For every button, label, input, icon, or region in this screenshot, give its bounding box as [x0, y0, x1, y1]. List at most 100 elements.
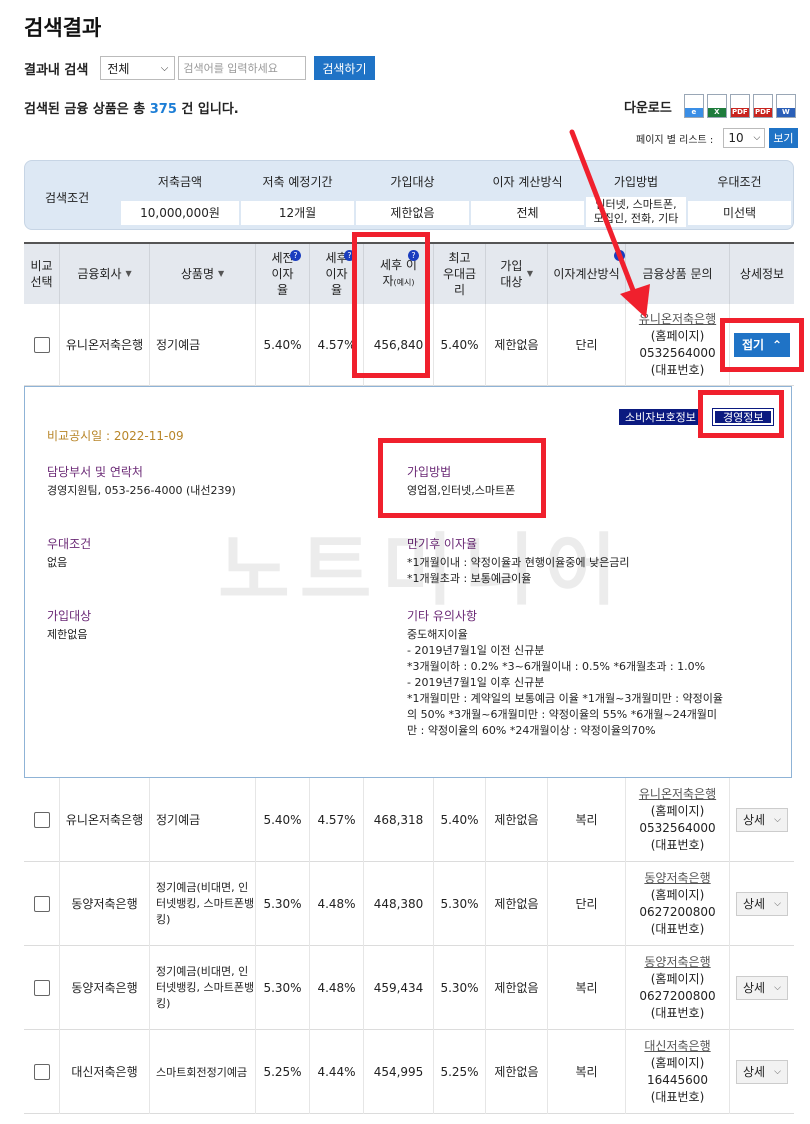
- page-title: 검색결과: [24, 16, 102, 40]
- th-calc[interactable]: 이자계산방식?: [548, 244, 626, 304]
- highlight-post-interest: [352, 232, 430, 378]
- detail-button[interactable]: 상세 ⌵: [736, 808, 788, 832]
- cell-target: 제한없음: [486, 862, 548, 946]
- cell-max-rate: 5.40%: [434, 778, 486, 862]
- cell-pre-rate: 5.25%: [256, 1030, 310, 1114]
- cell-post-interest: 468,318: [364, 778, 434, 862]
- table-row: 대신저축은행 스마트회전정기예금 5.25% 4.44% 454,995 5.2…: [24, 1030, 794, 1114]
- th-product[interactable]: 상품명 ▼: [150, 244, 256, 304]
- condition-preference: 우대조건 미선택: [688, 165, 791, 227]
- search-label: 결과내 검색: [24, 62, 89, 78]
- cell-target: 제한없음: [486, 304, 548, 386]
- chevron-down-icon: ⌵: [753, 133, 761, 143]
- chevron-down-icon: ⌵: [774, 982, 781, 993]
- preference-heading: 우대조건: [47, 537, 92, 551]
- chevron-down-icon: ⌵: [774, 898, 781, 909]
- word-icon[interactable]: W: [775, 94, 796, 118]
- cell-calc: 단리: [548, 304, 626, 386]
- per-page-control: 페이지 별 리스트 : 10 ⌵ 보기: [636, 128, 798, 148]
- sort-down-icon: ▼: [217, 269, 225, 278]
- condition-target: 가입대상 제한없음: [356, 165, 469, 227]
- detail-button[interactable]: 상세 ⌵: [736, 976, 788, 1000]
- target-heading: 가입대상: [47, 609, 92, 623]
- condition-amount: 저축금액 10,000,000원: [121, 165, 239, 227]
- cell-post-interest: 454,995: [364, 1030, 434, 1114]
- dept-heading: 담당부서 및 연락처: [47, 465, 143, 479]
- highlight-mgmt-button: [698, 390, 784, 438]
- cell-post-interest: 459,434: [364, 946, 434, 1030]
- bank-homepage-link[interactable]: 대신저축은행: [644, 1038, 710, 1055]
- cell-company: 대신저축은행: [60, 1030, 150, 1114]
- cell-product: 정기예금(비대면, 인터넷뱅킹, 스마트폰뱅킹): [150, 862, 256, 946]
- sort-down-icon: ▼: [125, 269, 132, 278]
- cell-calc: 복리: [548, 1030, 626, 1114]
- table-row: 동양저축은행 정기예금(비대면, 인터넷뱅킹, 스마트폰뱅킹) 5.30% 4.…: [24, 862, 794, 946]
- cell-post-rate: 4.44%: [310, 1030, 364, 1114]
- cell-pre-rate: 5.40%: [256, 304, 310, 386]
- condition-period: 저축 예정기간 12개월: [241, 165, 354, 227]
- th-max-rate[interactable]: 최고 우대금리: [434, 244, 486, 304]
- result-count-number: 375: [149, 102, 177, 117]
- cell-company: 유니온저축은행: [60, 778, 150, 862]
- highlight-fold-button: [720, 318, 804, 372]
- detail-button[interactable]: 상세 ⌵: [736, 892, 788, 916]
- condition-calc: 이자 계산방식 전체: [471, 165, 584, 227]
- bank-homepage-link[interactable]: 동양저축은행: [644, 954, 710, 971]
- compare-checkbox[interactable]: [33, 812, 50, 828]
- compare-checkbox[interactable]: [33, 896, 50, 912]
- table-row: 유니온저축은행 정기예금 5.40% 4.57% 468,318 5.40% 제…: [24, 778, 794, 862]
- cell-contact: 동양저축은행 (홈페이지) 0627200800 (대표번호): [626, 862, 730, 946]
- cell-target: 제한없음: [486, 946, 548, 1030]
- compare-checkbox[interactable]: [33, 980, 50, 996]
- per-page-select[interactable]: 10 ⌵: [723, 128, 766, 148]
- help-icon[interactable]: ?: [290, 250, 301, 261]
- th-pre-rate[interactable]: 세전 이자율?: [256, 244, 310, 304]
- consumer-protection-button[interactable]: 소비자보호정보: [619, 409, 702, 425]
- cell-post-rate: 4.48%: [310, 946, 364, 1030]
- per-page-label: 페이지 별 리스트 :: [636, 134, 714, 146]
- cell-pre-rate: 5.30%: [256, 862, 310, 946]
- search-row: 결과내 검색 전체 ⌵ 검색어를 입력하세요 검색하기: [24, 56, 375, 80]
- cell-pre-rate: 5.30%: [256, 946, 310, 1030]
- cell-product: 정기예금: [150, 778, 256, 862]
- preference-text: 없음: [47, 556, 68, 569]
- bank-homepage-link[interactable]: 동양저축은행: [644, 870, 710, 887]
- condition-method: 가입방법 인터넷, 스마트폰, 모집인, 전화, 기타: [586, 165, 686, 227]
- ie-icon[interactable]: e: [683, 94, 704, 118]
- th-target[interactable]: 가입 대상 ▼: [486, 244, 548, 304]
- per-page-view-button[interactable]: 보기: [769, 128, 798, 148]
- cell-product: 정기예금: [150, 304, 256, 386]
- cell-max-rate: 5.30%: [434, 862, 486, 946]
- cell-max-rate: 5.40%: [434, 304, 486, 386]
- cell-contact: 유니온저축은행 (홈페이지) 0532564000 (대표번호): [626, 778, 730, 862]
- search-scope-select[interactable]: 전체 ⌵: [100, 56, 176, 80]
- result-count: 검색된 금융 상품은 총 375 건 입니다.: [24, 102, 239, 117]
- download-bar: 다운로드 e X PDF PDF W: [624, 94, 799, 118]
- etc-text: 중도해지이율 - 2019년7월1일 이전 신규분 *3개월이하 : 0.2% …: [407, 628, 723, 737]
- conditions-title: 검색조건: [45, 191, 90, 205]
- compare-checkbox[interactable]: [33, 337, 50, 353]
- bank-homepage-link[interactable]: 유니온저축은행: [639, 786, 716, 803]
- target-text: 제한없음: [47, 628, 88, 641]
- detail-button[interactable]: 상세 ⌵: [736, 1060, 788, 1084]
- disclosure-date: 비교공시일 : 2022-11-09: [47, 429, 184, 443]
- chevron-down-icon: ⌵: [774, 1066, 781, 1077]
- cell-pre-rate: 5.40%: [256, 778, 310, 862]
- compare-checkbox[interactable]: [33, 1064, 50, 1080]
- pdf-icon[interactable]: PDF: [752, 94, 773, 118]
- watermark: 노트미니어: [218, 526, 627, 616]
- bank-homepage-link[interactable]: 유니온저축은행: [639, 311, 716, 328]
- excel-icon[interactable]: X: [706, 94, 727, 118]
- download-label: 다운로드: [624, 100, 672, 116]
- help-icon[interactable]: ?: [614, 250, 625, 261]
- chevron-down-icon: ⌵: [774, 814, 781, 825]
- search-input[interactable]: 검색어를 입력하세요: [178, 56, 307, 80]
- search-button[interactable]: 검색하기: [314, 56, 375, 80]
- pdf-icon[interactable]: PDF: [729, 94, 750, 118]
- th-company[interactable]: 금융회사 ▼: [60, 244, 150, 304]
- cell-product: 정기예금(비대면, 인터넷뱅킹, 스마트폰뱅킹): [150, 946, 256, 1030]
- cell-contact: 동양저축은행 (홈페이지) 0627200800 (대표번호): [626, 946, 730, 1030]
- highlight-join-method: [378, 438, 546, 518]
- th-detail: 상세정보: [739, 267, 785, 281]
- cell-company: 동양저축은행: [60, 946, 150, 1030]
